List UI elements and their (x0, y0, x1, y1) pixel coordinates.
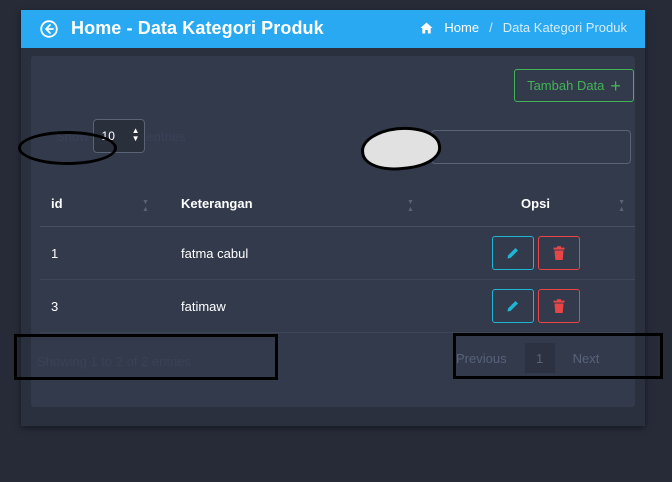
breadcrumb-current: Data Kategori Produk (502, 20, 627, 35)
cell-id: 1 (40, 226, 171, 280)
column-header-opsi[interactable]: Opsi ▼ ▲ (436, 180, 635, 227)
arrow-left-circle-icon[interactable] (40, 20, 58, 38)
add-data-button[interactable]: Tambah Data + (514, 69, 634, 102)
edit-button[interactable] (491, 289, 534, 323)
trash-icon (553, 246, 564, 260)
breadcrumb: Home / Data Kategori Produk (420, 20, 627, 35)
column-label-keterangan: Keterangan (181, 195, 253, 211)
page-title: Home - Data Kategori Produk (71, 18, 324, 39)
home-icon (420, 22, 433, 33)
cell-actions (436, 279, 635, 333)
table-row: 3 fatimaw (40, 279, 635, 333)
data-table: id ▼ ▲ Keterangan ▼ ▲ Opsi ▼ ▲ 1 fatma c… (40, 180, 635, 333)
cell-keterangan: fatimaw (171, 279, 436, 333)
table-header-row: id ▼ ▲ Keterangan ▼ ▲ Opsi ▼ ▲ (40, 180, 635, 227)
column-label-opsi: Opsi (521, 195, 550, 211)
pencil-icon (507, 301, 518, 312)
page-title-rest: - Data Kategori Produk (126, 18, 324, 38)
annotation-rectangle (453, 333, 663, 379)
plus-icon: + (610, 75, 621, 96)
select-arrows-icon: ▲ ▼ (131, 126, 140, 143)
add-data-label: Tambah Data (527, 78, 605, 93)
sort-icon: ▼ ▲ (618, 199, 625, 213)
cell-id: 3 (40, 279, 171, 333)
pencil-icon (507, 248, 518, 259)
breadcrumb-home[interactable]: Home (444, 20, 479, 35)
length-suffix: entries (146, 128, 186, 144)
annotation-ellipse (18, 131, 117, 165)
annotation-rectangle (14, 334, 278, 380)
edit-button[interactable] (491, 236, 534, 270)
delete-button[interactable] (537, 289, 580, 323)
search-input[interactable] (431, 130, 631, 164)
cell-actions (436, 226, 635, 280)
sort-icon: ▼ ▲ (142, 199, 149, 213)
page-header: Home - Data Kategori Produk Home / Data … (21, 10, 645, 48)
column-header-keterangan[interactable]: Keterangan ▼ ▲ (171, 180, 436, 227)
column-header-id[interactable]: id ▼ ▲ (40, 180, 171, 227)
breadcrumb-separator: / (489, 20, 493, 35)
sort-icon: ▼ ▲ (407, 199, 414, 213)
page-title-main: Home (71, 18, 122, 38)
trash-icon (553, 299, 564, 313)
cell-keterangan: fatma cabul (171, 226, 436, 280)
redaction-blob (358, 122, 444, 175)
table-row: 1 fatma cabul (40, 226, 635, 280)
delete-button[interactable] (537, 236, 580, 270)
column-label-id: id (51, 195, 63, 211)
